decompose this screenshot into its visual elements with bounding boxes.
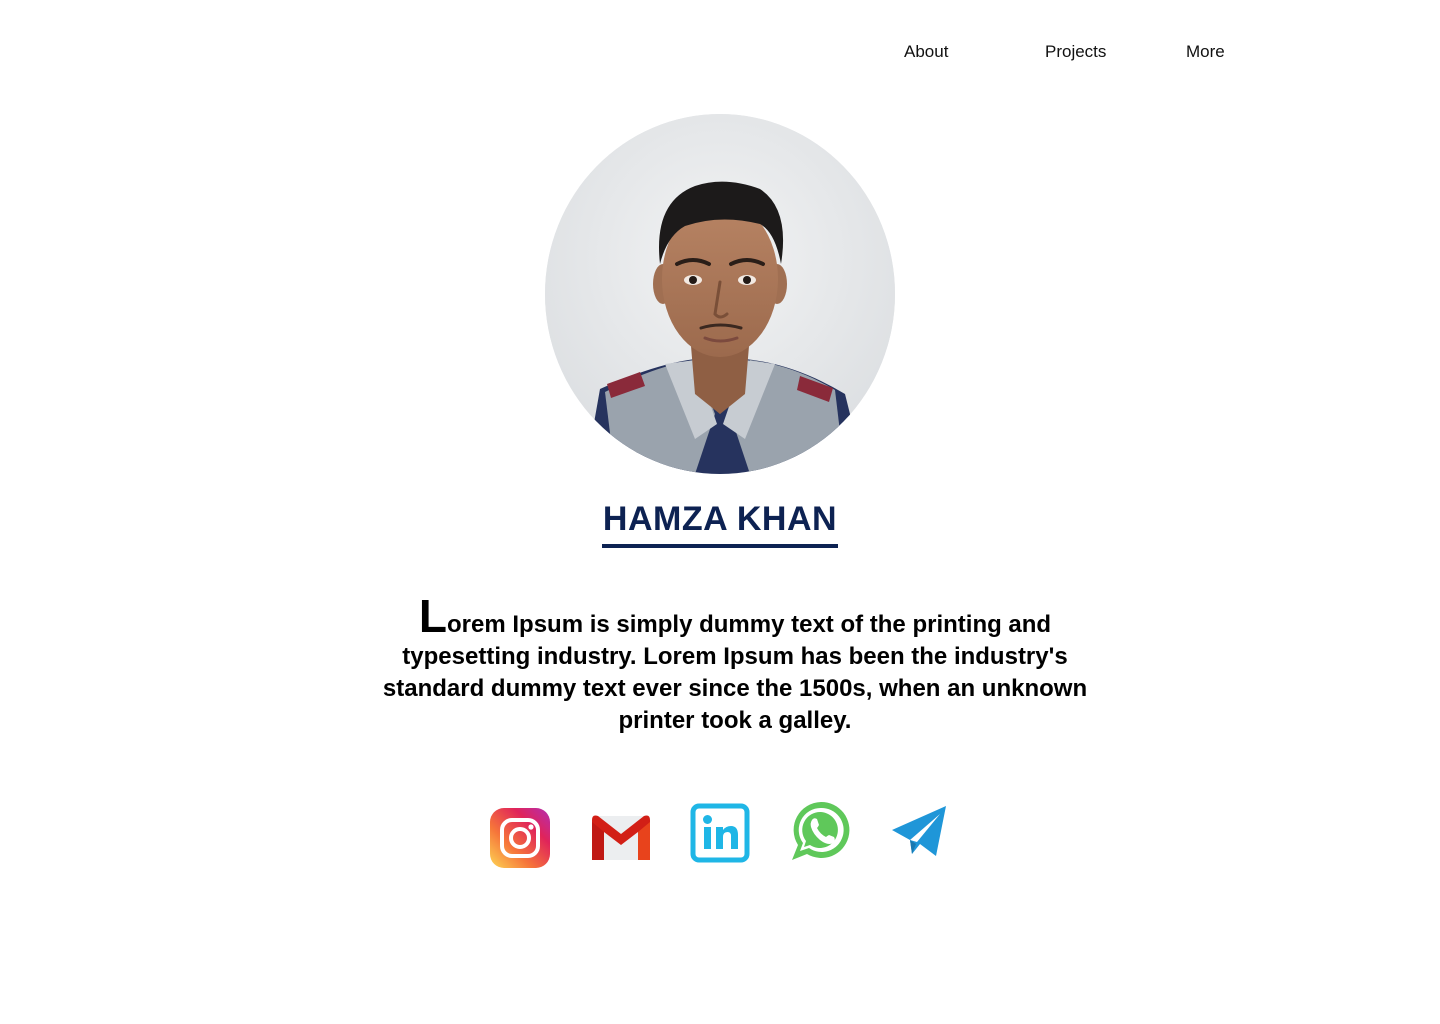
- bio-dropcap: L: [418, 590, 448, 642]
- profile-name: HAMZA KHAN: [601, 498, 839, 548]
- top-nav: About Projects More: [0, 40, 1440, 64]
- bio-body: orem Ipsum is simply dummy text of the p…: [382, 611, 1088, 734]
- nav-link-about[interactable]: About: [904, 40, 948, 64]
- social-links: [490, 800, 960, 870]
- linkedin-icon[interactable]: [690, 803, 752, 871]
- profile-photo: [545, 114, 895, 474]
- instagram-icon[interactable]: [490, 808, 552, 876]
- name-container: HAMZA KHAN: [0, 498, 1440, 548]
- nav-link-projects[interactable]: Projects: [1045, 40, 1106, 64]
- bio-text: Lorem Ipsum is simply dummy text of the …: [370, 593, 1100, 737]
- gmail-icon[interactable]: [590, 812, 652, 880]
- nav-link-more[interactable]: More: [1186, 40, 1225, 64]
- telegram-icon[interactable]: [890, 804, 952, 872]
- whatsapp-icon[interactable]: [790, 800, 852, 868]
